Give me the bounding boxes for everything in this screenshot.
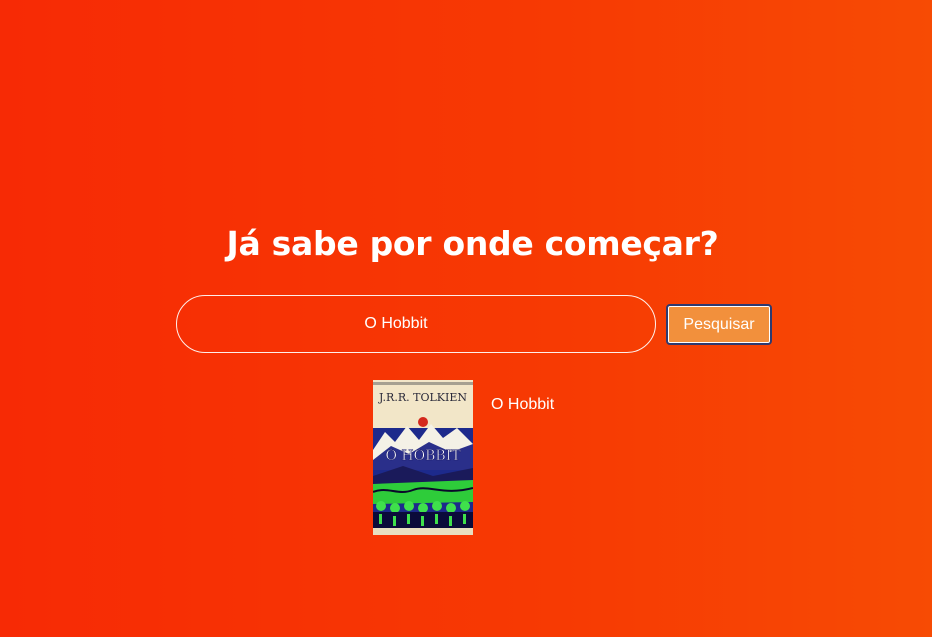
result-title[interactable]: O Hobbit <box>491 396 554 414</box>
page-heading: Já sabe por onde começar? <box>226 224 719 263</box>
cover-author: J.R.R. TOLKIEN <box>378 391 467 404</box>
cover-title: O HOBBIT <box>385 448 461 464</box>
book-cover-image[interactable]: J.R.R. TOLKIEN O HOBBIT <box>373 380 473 535</box>
search-input[interactable] <box>176 295 656 353</box>
search-button[interactable]: Pesquisar <box>666 304 772 345</box>
